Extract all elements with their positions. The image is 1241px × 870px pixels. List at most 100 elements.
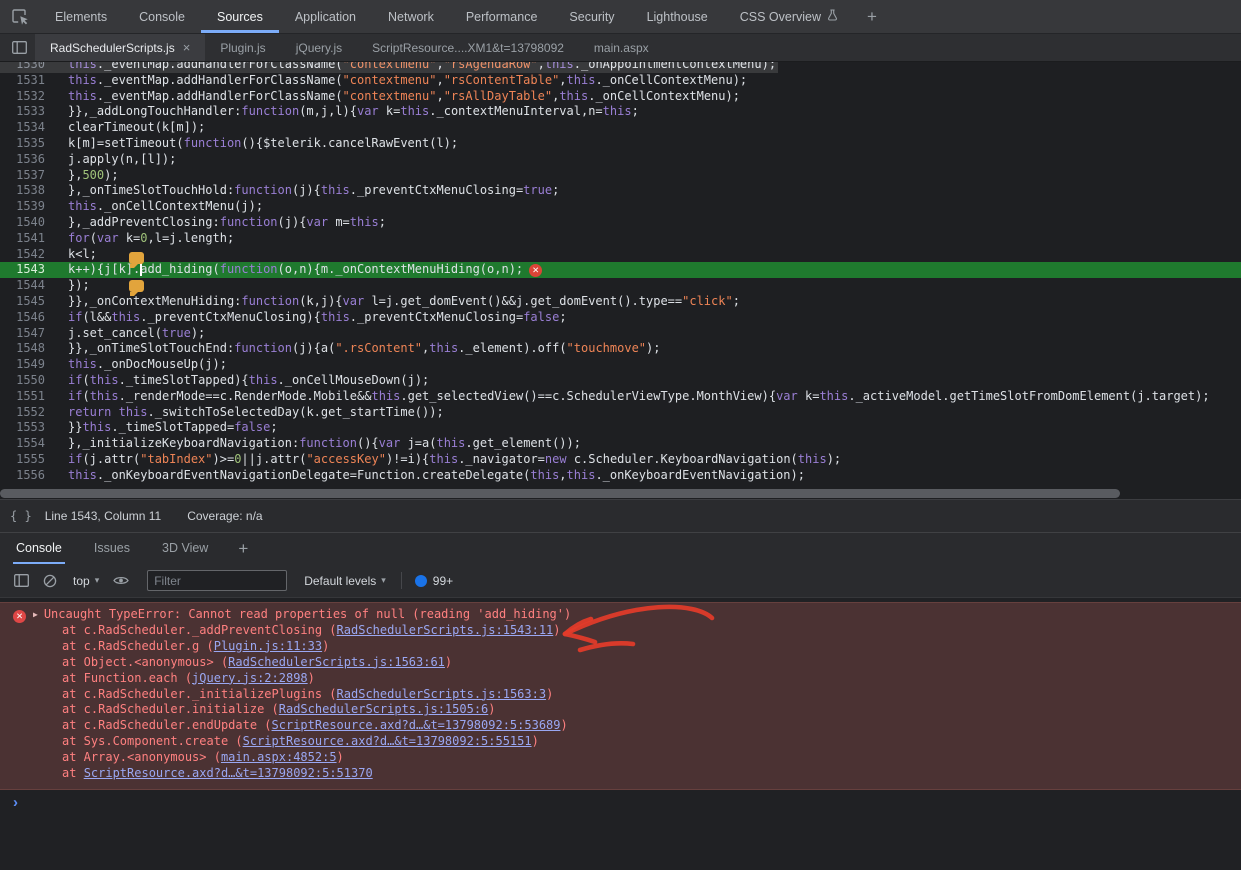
line-number[interactable]: 1552 [0,405,60,421]
code-line-1549[interactable]: 1549this._onDocMouseUp(j); [0,357,1241,373]
stack-link[interactable]: RadSchedulerScripts.js:1543:11 [337,623,554,637]
source-tab-scriptresource-xm1-t-13798092[interactable]: ScriptResource....XM1&t=13798092 [357,34,579,61]
stack-link[interactable]: ScriptResource.axd?d…&t=13798092:5:51370 [84,766,373,780]
line-number[interactable]: 1537 [0,168,60,184]
drawer-tab-3d-view[interactable]: 3D View [159,533,211,564]
code-line-1548[interactable]: 1548}},_onTimeSlotTouchEnd:function(j){a… [0,341,1241,357]
panel-tab-console[interactable]: Console [123,0,201,33]
console-sidebar-icon[interactable] [14,574,29,587]
line-number[interactable]: 1539 [0,199,60,215]
line-number[interactable]: 1546 [0,310,60,326]
code-line-1552[interactable]: 1552return this._switchToSelectedDay(k.g… [0,405,1241,421]
stack-link[interactable]: ScriptResource.axd?d…&t=13798092:5:53689 [272,718,561,732]
panel-tab-performance[interactable]: Performance [450,0,554,33]
line-number[interactable]: 1532 [0,89,60,105]
more-panels-icon[interactable]: + [854,0,890,33]
stack-link[interactable]: jQuery.js:2:2898 [192,671,308,685]
line-number[interactable]: 1553 [0,420,60,436]
code-line-1547[interactable]: 1547j.set_cancel(true); [0,326,1241,342]
line-number[interactable]: 1542 [0,247,60,263]
live-expression-eye-icon[interactable] [113,575,129,586]
panel-tab-css-overview[interactable]: CSS Overview [724,0,854,33]
code-line-1532[interactable]: 1532this._eventMap.addHandlerForClassNam… [0,89,1241,105]
code-line-1533[interactable]: 1533}},_addLongTouchHandler:function(m,j… [0,104,1241,120]
line-number[interactable]: 1531 [0,73,60,89]
line-number[interactable]: 1551 [0,389,60,405]
code-line-1531[interactable]: 1531this._eventMap.addHandlerForClassNam… [0,73,1241,89]
panel-tab-elements[interactable]: Elements [39,0,123,33]
stack-link[interactable]: ScriptResource.axd?d…&t=13798092:5:55151 [243,734,532,748]
code-line-1536[interactable]: 1536j.apply(n,[l]); [0,152,1241,168]
code-line-1541[interactable]: 1541for(var k=0,l=j.length; [0,231,1241,247]
code-line-1553[interactable]: 1553}}this._timeSlotTapped=false; [0,420,1241,436]
inline-error-icon[interactable]: ✕ [529,264,542,277]
code-line-1545[interactable]: 1545}},_onContextMenuHiding:function(k,j… [0,294,1241,310]
code-line-1555[interactable]: 1555if(j.attr("tabIndex")>=0||j.attr("ac… [0,452,1241,468]
line-number[interactable]: 1555 [0,452,60,468]
line-number[interactable]: 1530 [0,62,60,73]
line-number[interactable]: 1540 [0,215,60,231]
horizontal-scrollbar[interactable] [0,489,1241,498]
line-number[interactable]: 1549 [0,357,60,373]
drawer-tab-console[interactable]: Console [13,533,65,564]
panel-tab-sources[interactable]: Sources [201,0,279,33]
line-number[interactable]: 1534 [0,120,60,136]
code-line-1530[interactable]: 1530this._eventMap.addHandlerForClassNam… [0,62,1241,73]
line-number[interactable]: 1544 [0,278,60,294]
line-number[interactable]: 1533 [0,104,60,120]
line-number[interactable]: 1554 [0,436,60,452]
source-tab-jquery-js[interactable]: jQuery.js [281,34,357,61]
source-tab-main-aspx[interactable]: main.aspx [579,34,664,61]
code-line-1539[interactable]: 1539this._onCellContextMenu(j); [0,199,1241,215]
code-line-1551[interactable]: 1551if(this._renderMode==c.RenderMode.Mo… [0,389,1241,405]
line-number[interactable]: 1545 [0,294,60,310]
code-line-1544[interactable]: 1544}); [0,278,1241,294]
code-line-1542[interactable]: 1542k<l; [0,247,1241,263]
clear-console-icon[interactable] [43,574,57,588]
stack-link[interactable]: RadSchedulerScripts.js:1563:3 [337,687,547,701]
expand-triangle-icon[interactable]: ▶ [33,607,38,623]
line-number[interactable]: 1543 [0,262,60,278]
code-line-1537[interactable]: 1537},500); [0,168,1241,184]
code-line-1543[interactable]: 1543k++){j[k].add_hiding(function(o,n){m… [0,262,1241,278]
console-prompt-row[interactable]: › [0,790,1241,816]
panel-tab-security[interactable]: Security [553,0,630,33]
inspect-element-icon[interactable] [0,0,39,33]
context-selector[interactable]: top ▾ [73,574,99,588]
pretty-print-icon[interactable]: { } [10,509,32,523]
code-line-1556[interactable]: 1556this._onKeyboardEventNavigationDeleg… [0,468,1241,484]
scrollbar-thumb[interactable] [0,489,1120,498]
source-editor[interactable]: 1530this._eventMap.addHandlerForClassNam… [0,62,1241,499]
code-line-1550[interactable]: 1550if(this._timeSlotTapped){this._onCel… [0,373,1241,389]
panel-tab-application[interactable]: Application [279,0,372,33]
close-tab-icon[interactable]: × [183,40,191,55]
code-line-1546[interactable]: 1546if(l&&this._preventCtxMenuClosing){t… [0,310,1241,326]
line-number[interactable]: 1541 [0,231,60,247]
panel-tab-lighthouse[interactable]: Lighthouse [631,0,724,33]
stack-link[interactable]: main.aspx:4852:5 [221,750,337,764]
stack-link[interactable]: RadSchedulerScripts.js:1505:6 [279,702,489,716]
panel-tab-network[interactable]: Network [372,0,450,33]
line-number[interactable]: 1556 [0,468,60,484]
console-filter-input[interactable] [147,570,287,591]
more-drawer-tabs-icon[interactable]: + [238,533,248,564]
code-line-1534[interactable]: 1534clearTimeout(k[m]); [0,120,1241,136]
line-number[interactable]: 1538 [0,183,60,199]
code-line-1554[interactable]: 1554},_initializeKeyboardNavigation:func… [0,436,1241,452]
line-number[interactable]: 1550 [0,373,60,389]
issues-counter[interactable]: 99+ [415,574,453,588]
code-line-1540[interactable]: 1540},_addPreventClosing:function(j){var… [0,215,1241,231]
line-number[interactable]: 1536 [0,152,60,168]
line-number[interactable]: 1547 [0,326,60,342]
code-line-1535[interactable]: 1535k[m]=setTimeout(function(){$telerik.… [0,136,1241,152]
line-number[interactable]: 1535 [0,136,60,152]
log-levels-dropdown[interactable]: Default levels ▾ [304,574,386,588]
source-tab-radschedulerscripts-js[interactable]: RadSchedulerScripts.js× [35,34,205,61]
source-tab-plugin-js[interactable]: Plugin.js [205,34,280,61]
drawer-tab-issues[interactable]: Issues [91,533,133,564]
code-line-1538[interactable]: 1538},_onTimeSlotTouchHold:function(j){t… [0,183,1241,199]
stack-link[interactable]: Plugin.js:11:33 [214,639,322,653]
toggle-navigator-icon[interactable] [0,34,35,61]
line-number[interactable]: 1548 [0,341,60,357]
stack-link[interactable]: RadSchedulerScripts.js:1563:61 [228,655,445,669]
